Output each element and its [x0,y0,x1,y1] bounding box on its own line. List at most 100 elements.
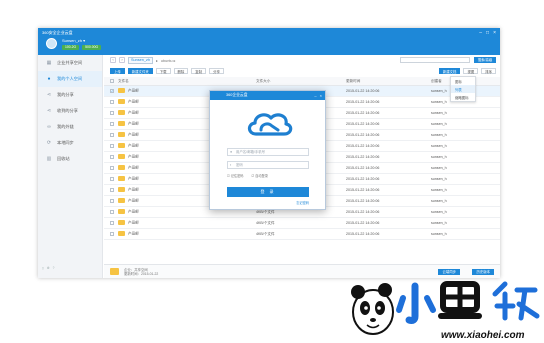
quota-total: 500.00G [82,45,102,50]
view-menu-item-list[interactable]: 列表 [451,85,475,93]
app-title: 360安全企业云盘 [42,30,73,35]
select-all-checkbox[interactable] [104,79,116,84]
watermark-url: www.xiaohei.com [441,330,525,341]
sidebar: ▦ 企业共享空间 ● 我的个人空间 ⋖ 我的分享 ⋖ 收到的分享 ∞ 我的外链 … [38,55,103,278]
min-icon[interactable]: – [479,30,482,36]
delete-button[interactable]: 删除 [173,68,189,74]
sidebar-item-personal-space[interactable]: ● 我的个人空间 [38,71,102,87]
dialog-close-icon[interactable]: × [320,91,322,100]
sidebar-item-received-shares[interactable]: ⋖ 收到的分享 [38,103,102,119]
table-row[interactable]: 产品部4KB/个文件 2015-01-22 14:20:06 sunsen_h [104,218,500,229]
view-button[interactable]: 视图 [463,68,479,74]
search-button[interactable]: 搜索/高级 [474,57,496,63]
toolbar-right: 新建文档 视图 排序 [438,68,496,74]
upload-button[interactable]: 上传 [110,68,125,74]
window-controls: – □ × [479,30,496,36]
sidebar-item-sync[interactable]: ⟳ 本地同步 [38,135,102,151]
row-checkbox[interactable] [104,188,116,193]
row-checkbox[interactable] [104,144,116,149]
view-dropdown-menu: 图标 列表 缩略图标 [450,76,476,102]
gear-icon[interactable]: ⚙ [47,266,50,270]
copy-button[interactable]: 复制 [191,68,207,74]
folder-icon [110,268,119,275]
header-time[interactable]: 更新时间 [346,79,431,84]
table-header: 文件名 文件大小 更新时间 创建者 [104,77,500,86]
file-time-cell: 2015-01-22 14:20:06 [346,199,380,203]
login-button[interactable]: 登 录 [227,187,309,197]
file-time-cell: 2015-01-22 14:20:06 [346,89,380,93]
row-checkbox[interactable] [104,221,116,226]
folder-icon [118,132,125,138]
file-time-cell: 2015-01-22 14:20:06 [346,232,380,236]
auto-login-checkbox[interactable]: ☑ 自动登录 [252,173,269,178]
folder-icon [118,110,125,116]
sidebar-item-trash[interactable]: ▥ 回收站 [38,151,102,167]
header-size[interactable]: 文件大小 [256,79,346,84]
file-owner-cell: sunsen_h [431,177,447,181]
file-name-cell[interactable]: 产品部 [116,209,256,215]
search-input[interactable] [400,57,470,63]
new-doc-button[interactable]: 新建文档 [438,68,461,74]
row-checkbox[interactable] [104,133,116,138]
share-button[interactable]: 分享 [209,68,224,74]
row-checkbox[interactable] [104,155,116,160]
row-checkbox[interactable] [104,111,116,116]
top-bar: 360安全企业云盘 – □ × Sunsen_zh ▾ 100.2G 500.0… [38,28,500,55]
folder-icon [118,209,125,215]
file-owner-cell: sunsen_h [431,111,447,115]
row-checkbox[interactable] [104,166,116,171]
account-placeholder: 用户名/邮箱/手机号 [236,150,266,154]
lock-icon: ▪ [230,163,232,167]
sidebar-item-links[interactable]: ∞ 我的外链 [38,119,102,135]
file-owner-cell: sunsen_h [431,188,447,192]
breadcrumb-root[interactable]: Sunsen_zh [128,56,153,64]
folder-icon [118,88,125,94]
new-folder-button[interactable]: 新建文件夹 [127,68,153,74]
quota-used: 100.2G [62,45,80,50]
view-menu-item-icons[interactable]: 图标 [451,77,475,85]
close-icon[interactable]: × [493,30,496,36]
table-row[interactable]: 产品部4KB/个文件 2015-01-22 14:20:06 sunsen_h [104,229,500,240]
phone-icon[interactable]: ▯ [42,266,44,270]
remember-checkbox[interactable]: ☑ 记住密码 [227,173,244,178]
folder-icon [118,99,125,105]
file-size-cell: 4KB/个文件 [256,220,275,225]
sidebar-item-label: 收到的分享 [57,108,78,113]
folder-icon [118,231,125,237]
row-checkbox[interactable] [104,210,116,215]
row-checkbox[interactable] [104,100,116,105]
sidebar-item-my-shares[interactable]: ⋖ 我的分享 [38,87,102,103]
account-field[interactable]: ● 用户名/邮箱/手机号 [227,148,309,156]
dialog-min-icon[interactable]: – [314,91,316,100]
back-button[interactable]: ‹ [110,57,116,63]
file-owner-cell: sunsen_h [431,155,447,159]
password-field[interactable]: ▪ 密码 [227,161,309,169]
file-owner-cell: sunsen_h [431,199,447,203]
link-icon: ∞ [47,124,51,130]
sidebar-item-enterprise-space[interactable]: ▦ 企业共享空间 [38,55,102,71]
help-icon[interactable]: ? [53,266,55,270]
header-name[interactable]: 文件名 [116,79,256,84]
folder-icon [118,220,125,226]
file-owner-cell: sunsen_h [431,166,447,170]
sidebar-bottom-icons: ▯ ⚙ ? [42,266,54,270]
row-checkbox[interactable]: ✓ [104,89,116,94]
row-checkbox[interactable] [104,122,116,127]
file-name-cell[interactable]: 产品部 [116,231,256,237]
download-button[interactable]: 下载 [155,68,171,74]
sort-button[interactable]: 排序 [481,68,496,74]
row-checkbox[interactable] [104,177,116,182]
user-icon: ● [230,150,233,154]
view-menu-item-thumbnails[interactable]: 缩略图标 [451,93,475,101]
file-name-cell[interactable]: 产品部 [116,220,256,226]
max-icon[interactable]: □ [486,30,489,36]
breadcrumb-current[interactable]: ubuntu ▸ [161,58,176,63]
forward-button[interactable]: › [119,57,125,63]
row-checkbox[interactable] [104,232,116,237]
row-checkbox[interactable] [104,199,116,204]
file-owner-cell: sunsen_h [431,133,447,137]
forgot-password-link[interactable]: 忘记密码 [296,200,309,205]
user-name[interactable]: Sunsen_zh ▾ [62,38,85,43]
avatar[interactable] [46,38,57,49]
watermark-logo: www.xiaohei.com [351,281,540,341]
